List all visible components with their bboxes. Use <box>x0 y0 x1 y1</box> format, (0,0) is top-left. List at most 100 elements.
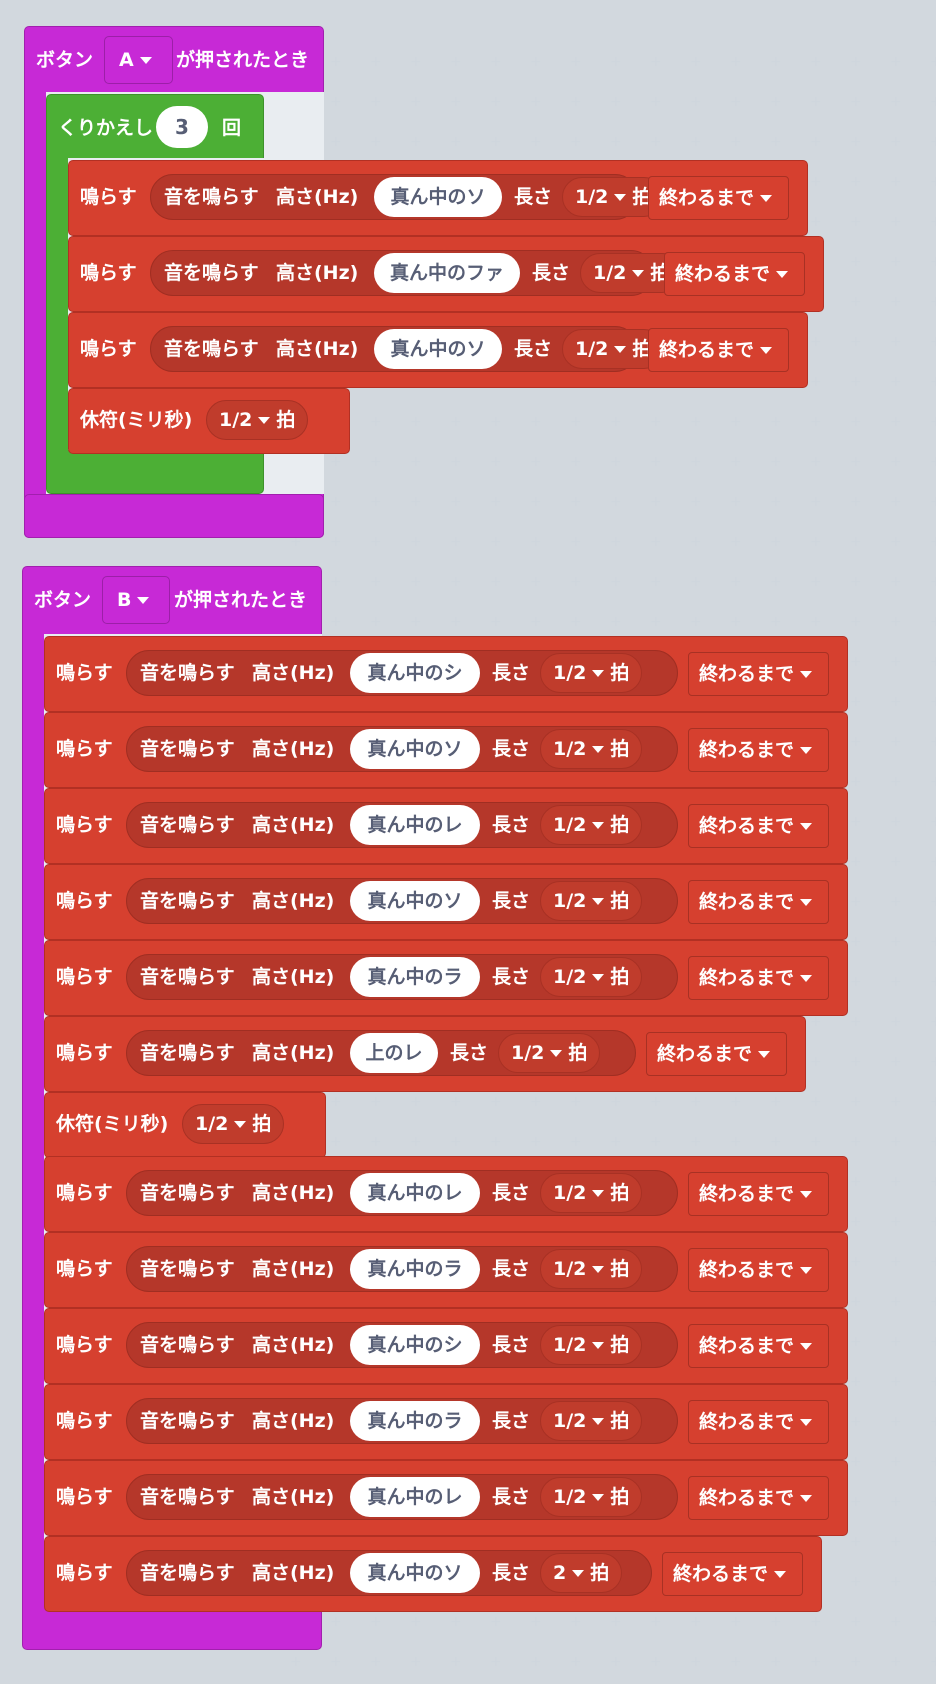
grid-mark: + <box>450 454 462 470</box>
beat-dropdown[interactable]: 1/2 拍 <box>540 1477 643 1517</box>
grid-mark: + <box>850 1214 862 1230</box>
grid-mark: + <box>930 1214 936 1230</box>
beat-dropdown[interactable]: 1/2 拍 <box>540 1401 643 1441</box>
grid-mark: + <box>850 694 862 710</box>
button-dropdown[interactable]: A <box>104 36 173 84</box>
note-dropdown[interactable]: 真ん中のファ <box>374 253 520 293</box>
play-inner-label: 音を鳴らす <box>164 338 259 360</box>
note-dropdown[interactable]: 真ん中のソ <box>350 1553 480 1593</box>
chevron-down-icon <box>758 1051 771 1058</box>
grid-mark: + <box>850 494 862 510</box>
until-dropdown[interactable]: 終わるまで <box>688 1248 830 1292</box>
beat-dropdown[interactable]: 1/2 拍 <box>540 957 643 997</box>
note-dropdown[interactable]: 真ん中のソ <box>350 881 480 921</box>
button-dropdown[interactable]: B <box>102 576 171 624</box>
grid-mark: + <box>930 534 936 550</box>
beat-dropdown[interactable]: 1/2 拍 <box>540 881 643 921</box>
grid-mark: + <box>610 1134 622 1150</box>
grid-mark: + <box>650 1134 662 1150</box>
grid-mark: + <box>690 1654 702 1670</box>
grid-mark: + <box>490 414 502 430</box>
grid-mark: + <box>930 1574 936 1590</box>
note-dropdown[interactable]: 真ん中のレ <box>350 1477 480 1517</box>
play-label: 鳴らす <box>80 186 137 208</box>
chevron-down-icon <box>800 1419 813 1426</box>
grid-mark: + <box>810 174 822 190</box>
grid-mark: + <box>570 94 582 110</box>
grid-mark: + <box>690 454 702 470</box>
until-dropdown[interactable]: 終わるまで <box>648 328 790 372</box>
grid-mark: + <box>530 1614 542 1630</box>
beat-value: 1/2 <box>575 338 609 360</box>
pitch-label: 高さ(Hz) <box>252 1334 335 1356</box>
grid-mark: + <box>890 214 902 230</box>
grid-mark: + <box>570 494 582 510</box>
until-dropdown[interactable]: 終わるまで <box>664 252 806 296</box>
beat-value: 1/2 <box>575 186 609 208</box>
grid-mark: + <box>770 494 782 510</box>
until-dropdown[interactable]: 終わるまで <box>688 804 830 848</box>
until-dropdown[interactable]: 終わるまで <box>662 1552 804 1596</box>
grid-mark: + <box>770 574 782 590</box>
rest-beat-dropdown[interactable]: 1/2 拍 <box>182 1104 285 1144</box>
play-inner-label: 音を鳴らす <box>164 186 259 208</box>
chevron-down-icon <box>592 974 605 981</box>
until-dropdown[interactable]: 終わるまで <box>688 1476 830 1520</box>
grid-mark: + <box>890 1094 902 1110</box>
repeat-count[interactable]: 3 <box>156 106 208 148</box>
note-dropdown[interactable]: 真ん中のソ <box>374 329 502 369</box>
until-value: 終わるまで <box>699 1259 795 1281</box>
until-dropdown[interactable]: 終わるまで <box>688 880 830 924</box>
beat-dropdown[interactable]: 1/2 拍 <box>540 1249 643 1289</box>
grid-mark: + <box>930 1374 936 1390</box>
note-dropdown[interactable]: 真ん中のシ <box>350 653 480 693</box>
grid-mark: + <box>890 534 902 550</box>
chevron-down-icon <box>139 57 152 64</box>
until-dropdown[interactable]: 終わるまで <box>648 176 790 220</box>
beat-unit: 拍 <box>590 1562 610 1584</box>
beat-unit: 拍 <box>276 409 296 431</box>
beat-dropdown[interactable]: 1/2 拍 <box>540 729 643 769</box>
note-dropdown[interactable]: 真ん中のラ <box>350 1249 480 1289</box>
beat-dropdown[interactable]: 2拍 <box>540 1553 623 1593</box>
note-dropdown[interactable]: 真ん中のラ <box>350 1401 480 1441</box>
rest-beat-dropdown[interactable]: 1/2 拍 <box>206 400 309 440</box>
grid-mark: + <box>850 894 862 910</box>
note-dropdown[interactable]: 真ん中のラ <box>350 957 480 997</box>
beat-value: 1/2 <box>593 262 627 284</box>
grid-mark: + <box>930 1494 936 1510</box>
beat-dropdown[interactable]: 1/2 拍 <box>540 653 643 693</box>
grid-mark: + <box>650 134 662 150</box>
until-dropdown[interactable]: 終わるまで <box>688 652 830 696</box>
beat-dropdown[interactable]: 1/2 拍 <box>540 805 643 845</box>
play-label: 鳴らす <box>56 1562 113 1584</box>
grid-mark: + <box>850 1414 862 1430</box>
note-dropdown[interactable]: 真ん中のレ <box>350 1173 480 1213</box>
note-dropdown[interactable]: 上のレ <box>350 1033 438 1073</box>
event-suffix: が押されたとき <box>174 589 308 611</box>
note-dropdown[interactable]: 真ん中のソ <box>374 177 502 217</box>
note-dropdown[interactable]: 真ん中のソ <box>350 729 480 769</box>
chevron-down-icon <box>137 597 150 604</box>
beat-dropdown[interactable]: 1/2 拍 <box>498 1033 601 1073</box>
grid-mark: + <box>570 454 582 470</box>
until-dropdown[interactable]: 終わるまで <box>688 1324 830 1368</box>
grid-mark: + <box>890 94 902 110</box>
until-value: 終わるまで <box>659 339 755 361</box>
grid-mark: + <box>330 134 342 150</box>
until-dropdown[interactable]: 終わるまで <box>688 1172 830 1216</box>
until-dropdown[interactable]: 終わるまで <box>688 956 830 1000</box>
note-dropdown[interactable]: 真ん中のシ <box>350 1325 480 1365</box>
beat-dropdown[interactable]: 1/2 拍 <box>540 1325 643 1365</box>
note-dropdown[interactable]: 真ん中のレ <box>350 805 480 845</box>
play-label: 鳴らす <box>56 1182 113 1204</box>
grid-mark: + <box>850 1014 862 1030</box>
until-dropdown[interactable]: 終わるまで <box>688 728 830 772</box>
until-dropdown[interactable]: 終わるまで <box>688 1400 830 1444</box>
grid-mark: + <box>370 1654 382 1670</box>
play-label: 鳴らす <box>56 1334 113 1356</box>
workspace[interactable]: + + + + + + + + + + + + + + + + + + + + + + + + + + + + + + + + + + + + + + + +… <box>0 0 936 1684</box>
until-dropdown[interactable]: 終わるまで <box>646 1032 788 1076</box>
grid-mark: + <box>810 1054 822 1070</box>
beat-dropdown[interactable]: 1/2 拍 <box>540 1173 643 1213</box>
